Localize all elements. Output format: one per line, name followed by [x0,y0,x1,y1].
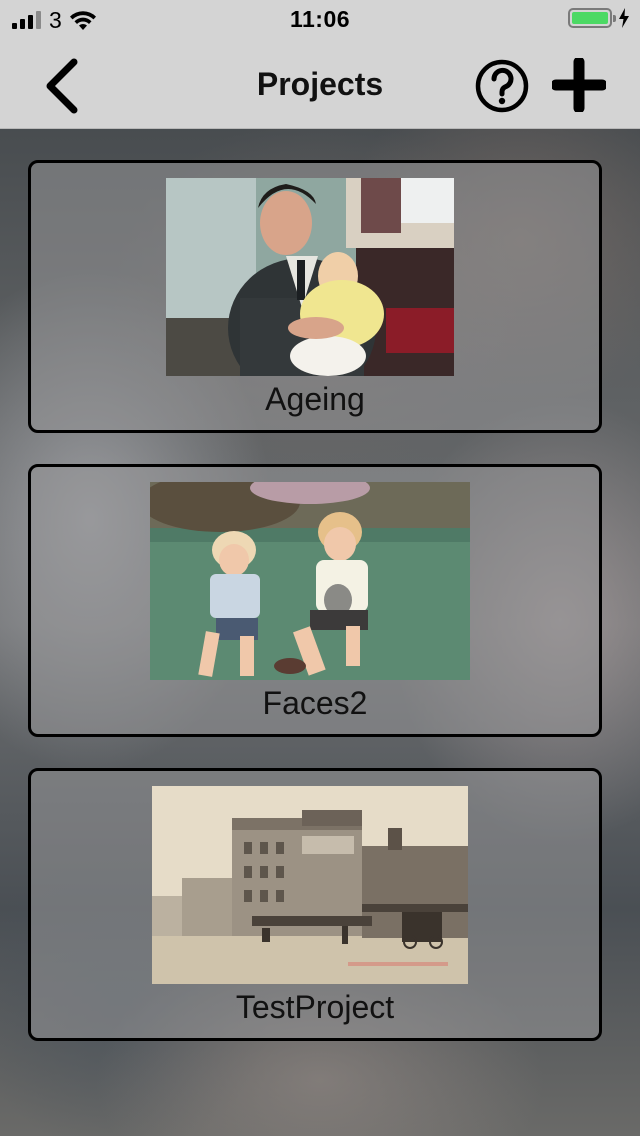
page-title: Projects [256,66,384,102]
question-circle-icon [475,59,529,113]
children-on-grass-photo [150,482,470,680]
project-name: Faces2 [262,685,368,721]
street-postcard-photo [152,786,468,984]
status-right [568,8,630,28]
navigation-bar: Projects [0,40,640,129]
status-time: 11:06 [289,6,351,32]
battery-level-fill [572,12,608,24]
project-thumbnail [150,482,470,680]
project-thumbnail [166,178,454,376]
charging-bolt-icon [619,8,629,28]
project-name: TestProject [235,989,395,1025]
battery-icon [568,8,616,28]
project-card[interactable]: Ageing [28,160,602,433]
project-card[interactable]: Faces2 [28,464,602,737]
project-card[interactable]: TestProject [28,768,602,1041]
add-project-button[interactable] [550,56,608,114]
help-button[interactable] [474,58,530,114]
battery-cap [613,15,616,22]
plus-icon [550,56,608,114]
status-bar: 3 11:06 [0,0,640,40]
project-list: Ageing Faces2 TestProject [28,160,602,1072]
project-name: Ageing [265,381,365,417]
projects-screen: 3 11:06 Projects Ageing Faces2 TestProje… [0,0,640,1136]
man-holding-baby-photo [166,178,454,376]
project-thumbnail [152,786,468,984]
